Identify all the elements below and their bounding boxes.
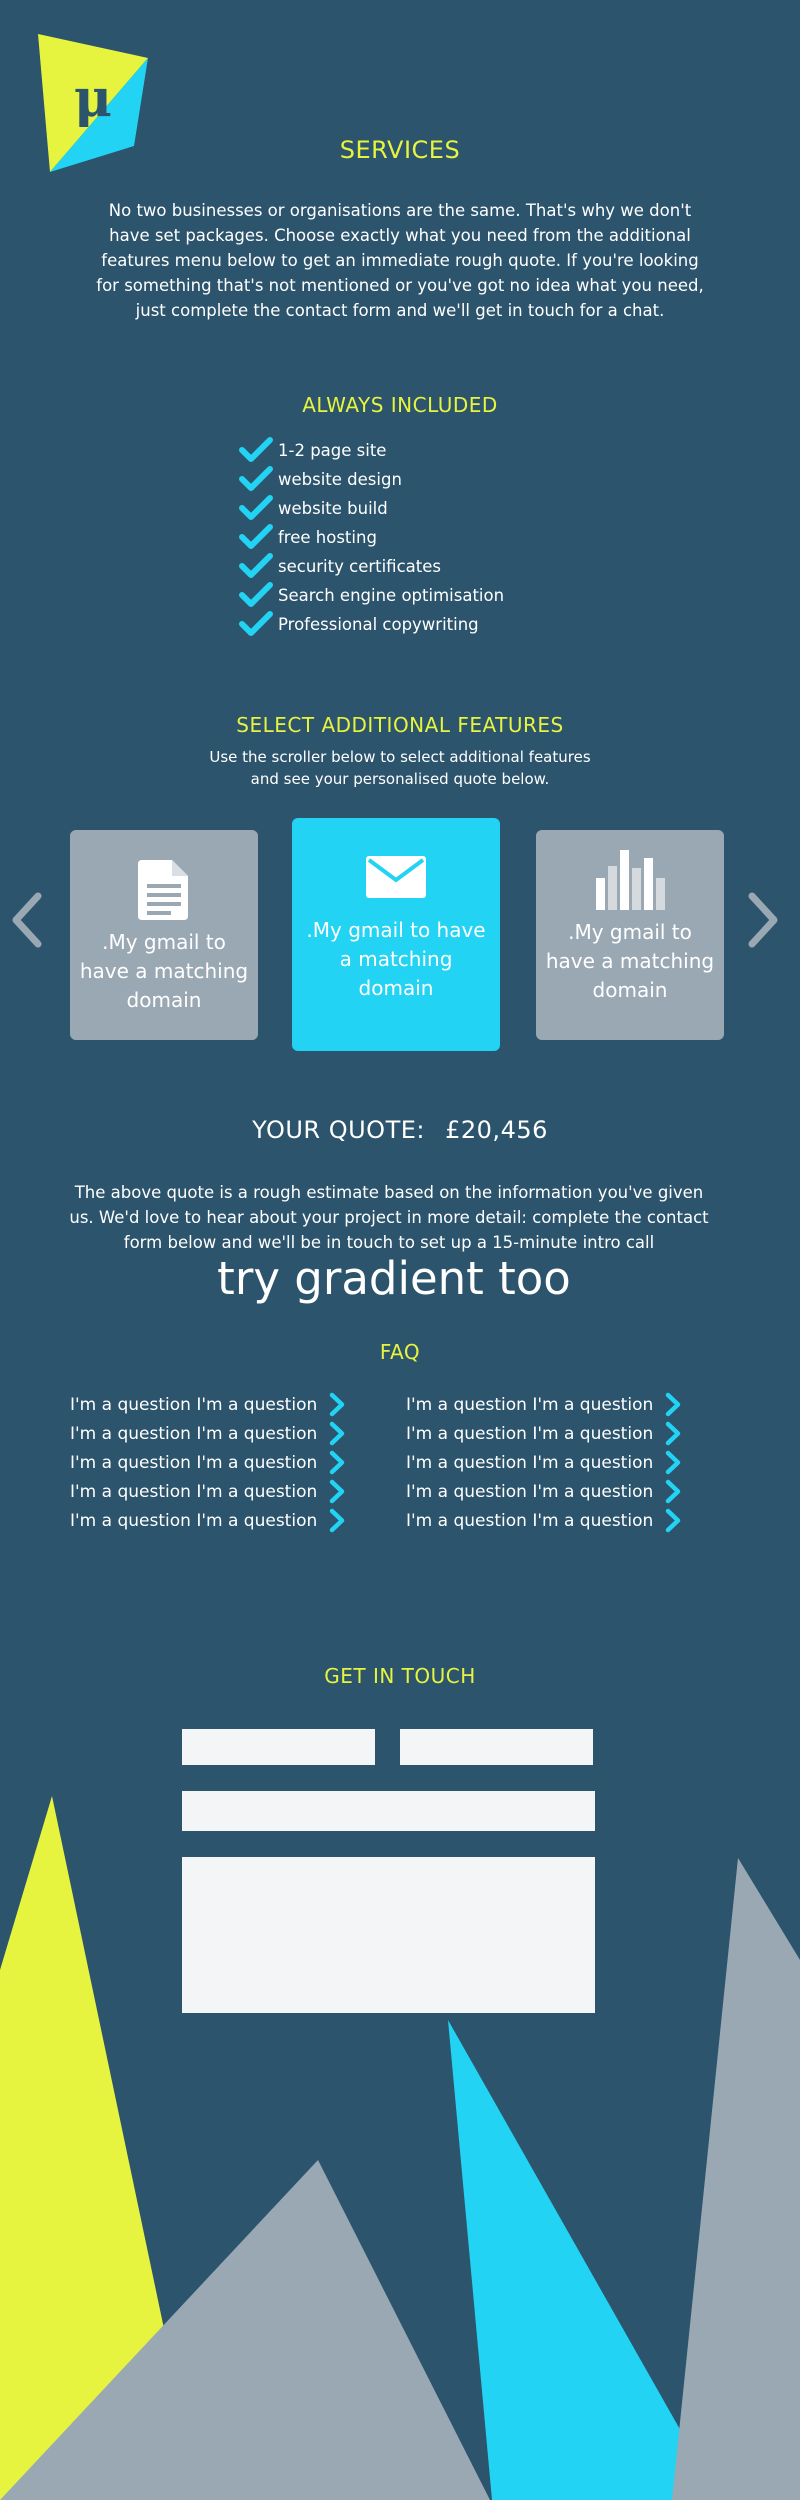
chevron-right-icon — [666, 1479, 681, 1504]
included-item: website build — [238, 494, 598, 523]
chevron-right-icon — [330, 1508, 345, 1533]
checkmark-icon — [239, 524, 273, 549]
document-icon — [138, 860, 188, 920]
faq-question[interactable]: I'm a question I'm a question — [406, 1448, 706, 1477]
feature-card[interactable]: .My gmail to have a matching domain — [536, 830, 724, 1040]
quote-description: The above quote is a rough estimate base… — [69, 1183, 709, 1252]
features-title: SELECT ADDITIONAL FEATURES — [236, 713, 564, 737]
included-item: Professional copywriting — [238, 610, 598, 639]
faq-question[interactable]: I'm a question I'm a question — [70, 1419, 370, 1448]
first-name-input[interactable] — [182, 1729, 375, 1765]
email-input[interactable] — [182, 1791, 595, 1831]
feature-card-selected[interactable]: .My gmail to have a matching domain — [292, 818, 500, 1051]
quote-row: YOUR QUOTE: £20,456 — [0, 1116, 800, 1144]
feature-card-label: .My gmail to have a matching domain — [79, 930, 249, 1012]
checkmark-icon — [239, 437, 273, 462]
chevron-right-icon — [330, 1450, 345, 1475]
carousel-prev-arrow-icon[interactable] — [6, 890, 46, 950]
included-item: 1-2 page site — [238, 436, 598, 465]
gradient-text: try gradient too — [217, 1252, 571, 1305]
faq-question[interactable]: I'm a question I'm a question — [406, 1419, 706, 1448]
faq-list-right: I'm a question I'm a question I'm a quest… — [406, 1390, 706, 1535]
included-list: 1-2 page site website design website build… — [238, 436, 598, 639]
always-included-title: ALWAYS INCLUDED — [302, 393, 498, 417]
svg-text:μ: μ — [74, 68, 112, 129]
services-title: SERVICES — [339, 136, 461, 164]
faq-question[interactable]: I'm a question I'm a question — [70, 1390, 370, 1419]
faq-question-label: I'm a question I'm a question — [70, 1452, 318, 1473]
faq-list-left: I'm a question I'm a question I'm a quest… — [70, 1390, 370, 1535]
faq-question-label: I'm a question I'm a question — [406, 1452, 654, 1473]
included-item: free hosting — [238, 523, 598, 552]
chevron-right-icon — [666, 1421, 681, 1446]
chevron-right-icon — [666, 1508, 681, 1533]
included-item: Search engine optimisation — [238, 581, 598, 610]
faq-question[interactable]: I'm a question I'm a question — [70, 1506, 370, 1535]
chevron-right-icon — [330, 1392, 345, 1417]
chevron-right-icon — [666, 1392, 681, 1417]
quote-label: YOUR QUOTE: — [252, 1116, 425, 1144]
included-item-label: website build — [278, 499, 388, 518]
checkmark-icon — [239, 553, 273, 578]
message-textarea[interactable] — [182, 1857, 595, 2013]
checkmark-icon — [239, 495, 273, 520]
faq-question-label: I'm a question I'm a question — [406, 1394, 654, 1415]
faq-question-label: I'm a question I'm a question — [70, 1394, 318, 1415]
faq-question-label: I'm a question I'm a question — [406, 1510, 654, 1531]
feature-card-label: .My gmail to have a matching domain — [545, 920, 715, 1002]
chevron-right-icon — [330, 1479, 345, 1504]
faq-question[interactable]: I'm a question I'm a question — [70, 1448, 370, 1477]
included-item: website design — [238, 465, 598, 494]
faq-question[interactable]: I'm a question I'm a question — [406, 1506, 706, 1535]
faq-question[interactable]: I'm a question I'm a question — [406, 1390, 706, 1419]
chevron-right-icon — [666, 1450, 681, 1475]
faq-question-label: I'm a question I'm a question — [406, 1423, 654, 1444]
feature-card[interactable]: .My gmail to have a matching domain — [70, 830, 258, 1040]
included-item-label: free hosting — [278, 528, 377, 547]
faq-question[interactable]: I'm a question I'm a question — [70, 1477, 370, 1506]
services-intro: No two businesses or organisations are t… — [96, 201, 704, 320]
included-item-label: Professional copywriting — [278, 615, 479, 634]
bar-chart-icon — [596, 850, 665, 910]
faq-question[interactable]: I'm a question I'm a question — [406, 1477, 706, 1506]
checkmark-icon — [239, 582, 273, 607]
feature-card-label: .My gmail to have a matching domain — [306, 918, 486, 1000]
quote-amount: £20,456 — [445, 1116, 548, 1144]
faq-title: FAQ — [379, 1340, 421, 1364]
features-subtitle: Use the scroller below to select additio… — [209, 748, 591, 788]
last-name-input[interactable] — [400, 1729, 593, 1765]
faq-question-label: I'm a question I'm a question — [70, 1510, 318, 1531]
carousel-next-arrow-icon[interactable] — [744, 890, 784, 950]
contact-title: GET IN TOUCH — [324, 1664, 476, 1688]
faq-question-label: I'm a question I'm a question — [406, 1481, 654, 1502]
included-item-label: security certificates — [278, 557, 441, 576]
included-item-label: Search engine optimisation — [278, 586, 505, 605]
included-item: security certificates — [238, 552, 598, 581]
included-item-label: website design — [278, 470, 402, 489]
checkmark-icon — [239, 611, 273, 636]
chevron-right-icon — [330, 1421, 345, 1446]
faq-question-label: I'm a question I'm a question — [70, 1423, 318, 1444]
included-item-label: 1-2 page site — [278, 441, 387, 460]
faq-question-label: I'm a question I'm a question — [70, 1481, 318, 1502]
checkmark-icon — [239, 466, 273, 491]
envelope-icon — [366, 856, 426, 898]
